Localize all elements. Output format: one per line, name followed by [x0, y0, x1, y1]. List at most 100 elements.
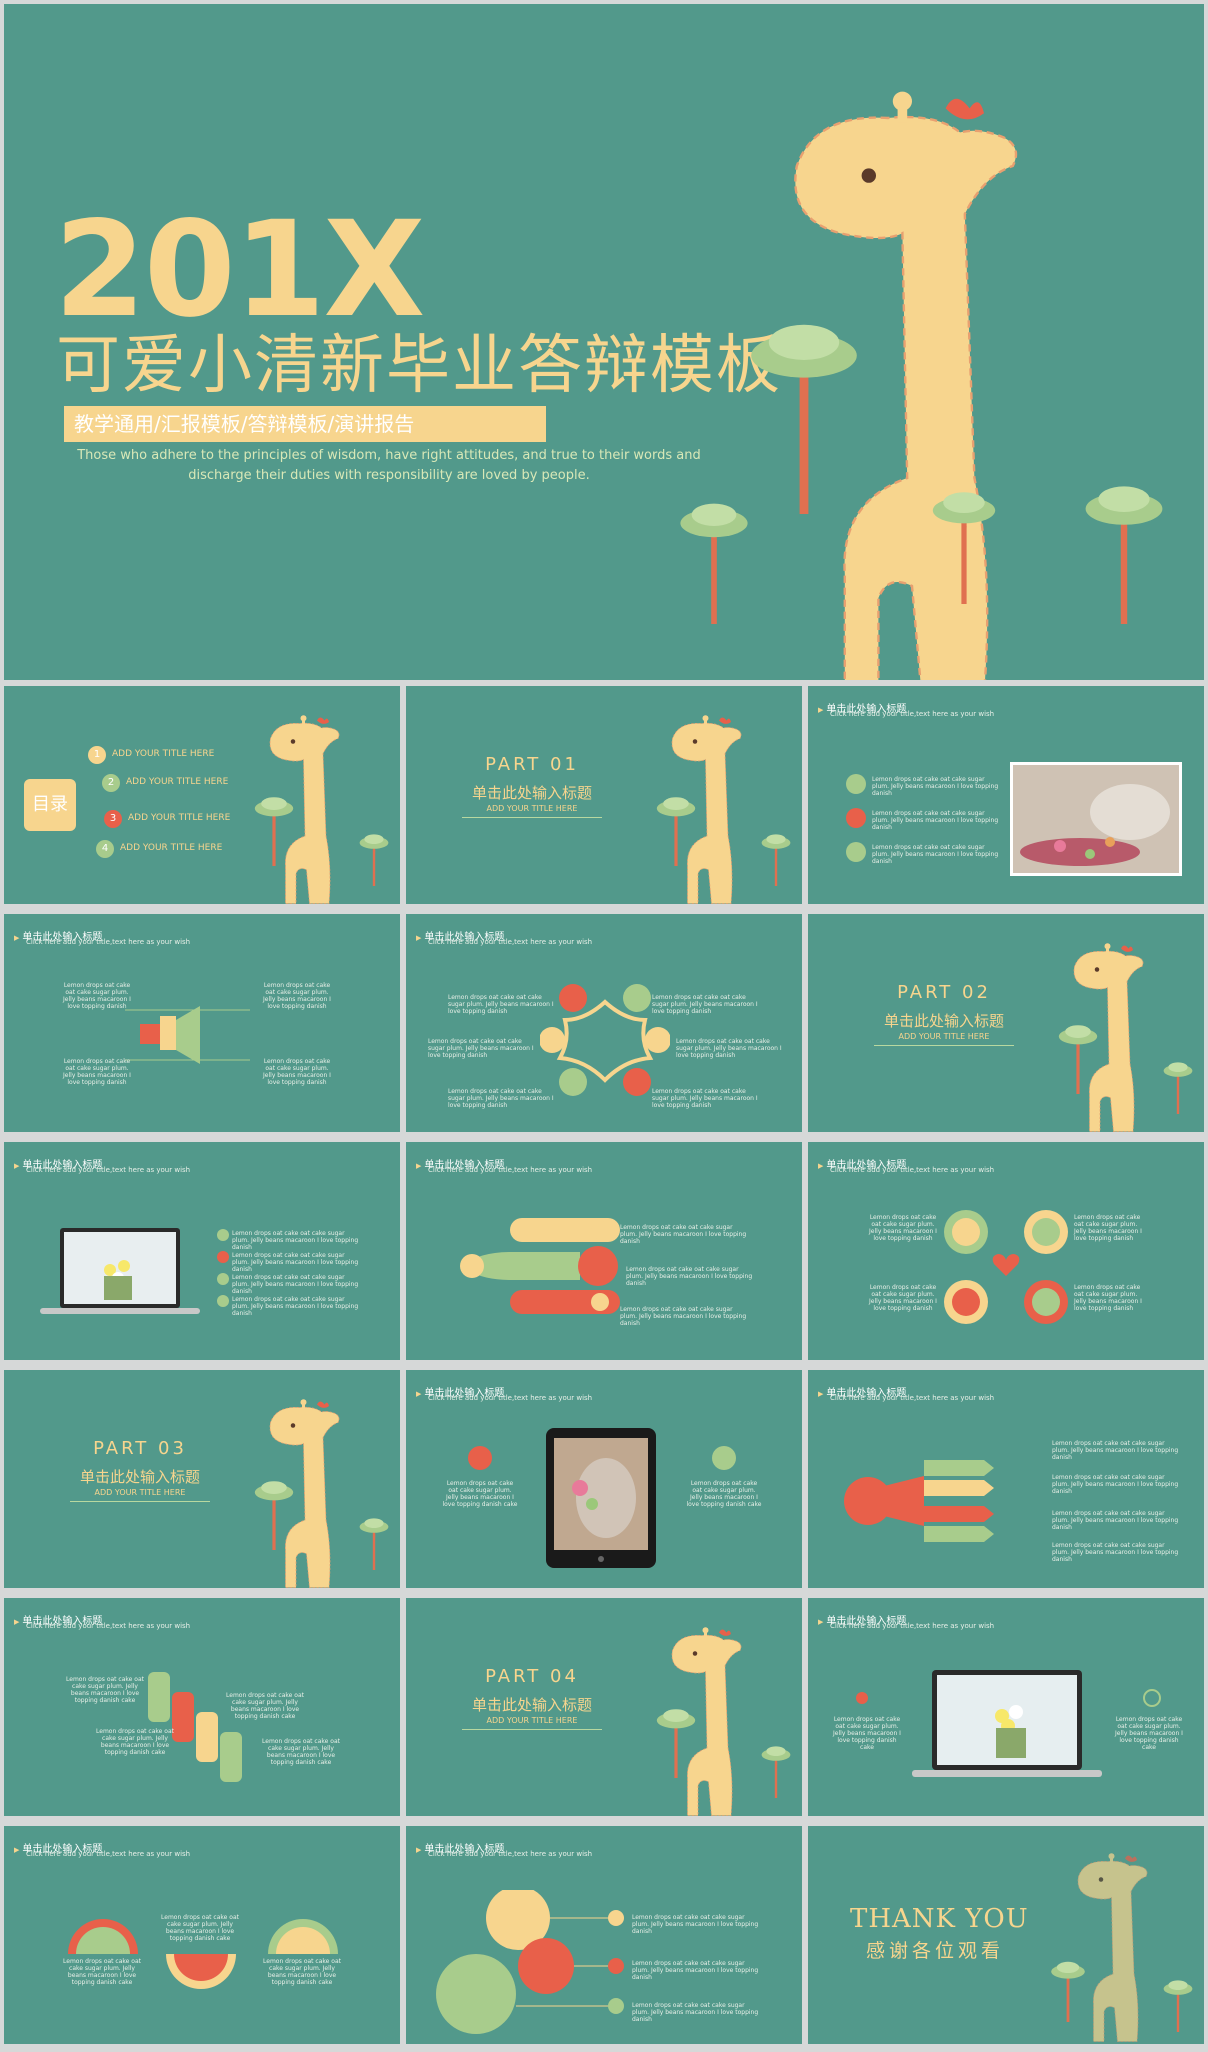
zig-text-2: Lemon drops oat cake oat cake sugar plum…: [226, 1692, 304, 1720]
giraffe-illustration: [656, 1626, 791, 1816]
text-bottom-left: Lemon drops oat cake oat cake sugar plum…: [63, 1058, 131, 1086]
part-subtitle: ADD YOUR TITLE HERE: [70, 1488, 210, 1502]
tablet-slide[interactable]: 单击此处输入标题 Click here add your title,text …: [406, 1370, 802, 1588]
crown-icon: [712, 1446, 736, 1470]
text-top-right: Lemon drops oat cake oat cake sugar plum…: [263, 982, 331, 1010]
part-04-slide[interactable]: PART 04 单击此处输入标题 ADD YOUR TITLE HERE: [406, 1598, 802, 1816]
part-label: PART 04: [485, 1666, 579, 1687]
star-diagram-slide[interactable]: 单击此处输入标题 Click here add your title,text …: [406, 914, 802, 1132]
toc-slide[interactable]: 目录 1 ADD YOUR TITLE HERE 2 ADD YOUR TITL…: [4, 686, 400, 904]
check-text-3: Lemon drops oat cake oat cake sugar plum…: [232, 1274, 359, 1295]
heart-text-1: Lemon drops oat cake oat cake sugar plum…: [869, 1214, 937, 1242]
laptop-text-right: Lemon drops oat cake oat cake sugar plum…: [1115, 1716, 1183, 1751]
zig-text-3: Lemon drops oat cake oat cake sugar plum…: [96, 1728, 174, 1756]
text-6: Lemon drops oat cake oat cake sugar plum…: [652, 1088, 758, 1109]
drop-icon: [468, 1446, 492, 1470]
slide-subtitle: Click here add your title,text here as y…: [428, 1850, 593, 1858]
semicircle-slide[interactable]: 单击此处输入标题 Click here add your title,text …: [4, 1826, 400, 2044]
text-top-left: Lemon drops oat cake oat cake sugar plum…: [63, 982, 131, 1010]
thanks-english: THANK YOU: [850, 1904, 1029, 1934]
slide-subtitle: Click here add your title,text here as y…: [428, 938, 593, 946]
semi-text-1: Lemon drops oat cake oat cake sugar plum…: [63, 1958, 141, 1986]
text-4: Lemon drops oat cake oat cake sugar plum…: [676, 1038, 782, 1059]
list-icons: [846, 774, 866, 862]
megaphone-slide[interactable]: 单击此处输入标题 Click here add your title,text …: [4, 914, 400, 1132]
semi-text-2: Lemon drops oat cake oat cake sugar plum…: [161, 1914, 239, 1942]
slide-subtitle: Click here add your title,text here as y…: [26, 1622, 191, 1630]
slide-subtitle: Click here add your title,text here as y…: [26, 1850, 191, 1858]
check-icons: [217, 1229, 229, 1307]
slide-subtitle: Click here add your title,text here as y…: [26, 1166, 191, 1174]
toc-num-4: 4: [96, 840, 114, 858]
part-title: 单击此处输入标题: [883, 1012, 1004, 1030]
heart-text-4: Lemon drops oat cake oat cake sugar plum…: [1074, 1284, 1142, 1312]
heart-text-3: Lemon drops oat cake oat cake sugar plum…: [869, 1284, 937, 1312]
slide-subtitle: Click here add your title,text here as y…: [830, 1394, 995, 1402]
part-02-slide[interactable]: PART 02 单击此处输入标题 ADD YOUR TITLE HERE: [808, 914, 1204, 1132]
part-title: 单击此处输入标题: [471, 784, 592, 802]
giraffe-illustration: [680, 90, 1163, 680]
text-1: Lemon drops oat cake oat cake sugar plum…: [448, 994, 554, 1015]
image-list-slide[interactable]: 单击此处输入标题 Click here add your title,text …: [808, 686, 1204, 904]
thank-you-slide[interactable]: THANK YOU 感谢各位观看: [808, 1826, 1204, 2044]
zig-text-4: Lemon drops oat cake oat cake sugar plum…: [262, 1738, 340, 1766]
rocket-text-1: Lemon drops oat cake oat cake sugar plum…: [632, 1914, 759, 1935]
list-text-2: Lemon drops oat cake oat cake sugar plum…: [872, 810, 999, 831]
star-cycle-diagram: [540, 984, 670, 1096]
semicircle-right: [268, 1919, 338, 1954]
giraffe-illustration: [656, 714, 791, 904]
slide-subtitle: Click here add your title,text here as y…: [830, 1622, 995, 1630]
part-title: 单击此处输入标题: [471, 1696, 592, 1714]
part-label: PART 03: [93, 1438, 187, 1459]
share-icon: [1143, 1689, 1161, 1707]
text-bottom-right: Lemon drops oat cake oat cake sugar plum…: [263, 1058, 331, 1086]
hero-tagline: 教学通用/汇报模板/答辩模板/演讲报告: [64, 406, 546, 442]
arrow-text-1: Lemon drops oat cake oat cake sugar plum…: [1052, 1440, 1179, 1461]
toc-num-1: 1: [88, 746, 106, 764]
spider-icon: [856, 1692, 868, 1704]
candy-jar-photo: [1010, 762, 1182, 876]
giraffe-illustration: [254, 1398, 389, 1588]
branch-diagram: [460, 1218, 620, 1314]
part-subtitle: ADD YOUR TITLE HERE: [874, 1032, 1014, 1046]
rocket-slide[interactable]: 单击此处输入标题 Click here add your title,text …: [406, 1826, 802, 2044]
tablet-text-right: Lemon drops oat cake oat cake sugar plum…: [686, 1480, 762, 1508]
toc-text-2: ADD YOUR TITLE HERE: [126, 777, 229, 787]
rocket-text-2: Lemon drops oat cake oat cake sugar plum…: [632, 1960, 759, 1981]
zigzag-slide[interactable]: 单击此处输入标题 Click here add your title,text …: [4, 1598, 400, 1816]
rocket-text-3: Lemon drops oat cake oat cake sugar plum…: [632, 2002, 759, 2023]
toc-text-4: ADD YOUR TITLE HERE: [120, 843, 223, 853]
part-01-slide[interactable]: PART 01 单击此处输入标题 ADD YOUR TITLE HERE: [406, 686, 802, 904]
semicircle-center: [166, 1954, 236, 1989]
heart-cycle-diagram: [944, 1210, 1068, 1324]
heart-cycle-slide[interactable]: 单击此处输入标题 Click here add your title,text …: [808, 1142, 1204, 1360]
arrow-text-2: Lemon drops oat cake oat cake sugar plum…: [1052, 1474, 1179, 1495]
tablet-text-left: Lemon drops oat cake oat cake sugar plum…: [442, 1480, 518, 1508]
semicircle-left: [68, 1919, 138, 1954]
branch-text-3: Lemon drops oat cake oat cake sugar plum…: [620, 1306, 747, 1327]
toc-num-3: 3: [104, 810, 122, 828]
laptop-flowers-photo: [912, 1670, 1102, 1777]
text-5: Lemon drops oat cake oat cake sugar plum…: [448, 1088, 554, 1109]
check-text-4: Lemon drops oat cake oat cake sugar plum…: [232, 1296, 359, 1317]
zig-text-1: Lemon drops oat cake oat cake sugar plum…: [66, 1676, 144, 1704]
hero-description: Those who adhere to the principles of wi…: [77, 448, 701, 483]
part-label: PART 01: [485, 754, 579, 775]
giraffe-illustration: [1058, 942, 1193, 1132]
branch-diagram-slide[interactable]: 单击此处输入标题 Click here add your title,text …: [406, 1142, 802, 1360]
slide-subtitle: Click here add your title,text here as y…: [830, 710, 995, 718]
megaphone-arrows-slide[interactable]: 单击此处输入标题 Click here add your title,text …: [808, 1370, 1204, 1588]
part-03-slide[interactable]: PART 03 单击此处输入标题 ADD YOUR TITLE HERE: [4, 1370, 400, 1588]
title-slide[interactable]: 201X 可爱小清新毕业答辩模板 教学通用/汇报模板/答辩模板/演讲报告 Tho…: [4, 4, 1204, 680]
slide-subtitle: Click here add your title,text here as y…: [428, 1166, 593, 1174]
branch-text-1: Lemon drops oat cake oat cake sugar plum…: [620, 1224, 747, 1245]
branch-text-2: Lemon drops oat cake oat cake sugar plum…: [626, 1266, 753, 1287]
laptop-checklist-slide[interactable]: 单击此处输入标题 Click here add your title,text …: [4, 1142, 400, 1360]
list-text-1: Lemon drops oat cake oat cake sugar plum…: [872, 776, 999, 797]
part-subtitle: ADD YOUR TITLE HERE: [462, 804, 602, 818]
hero-year: 201X: [54, 193, 425, 347]
laptop-flowers-photo: [40, 1228, 200, 1314]
laptop-slide[interactable]: 单击此处输入标题 Click here add your title,text …: [808, 1598, 1204, 1816]
tablet-photo: [546, 1428, 656, 1568]
megaphone-arrow-diagram: [844, 1460, 994, 1542]
